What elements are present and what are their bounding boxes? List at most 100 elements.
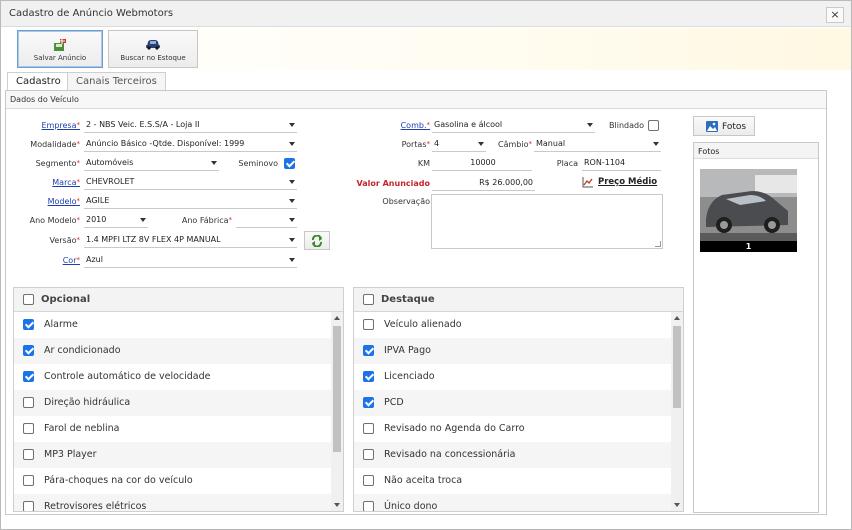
opcional-checkbox[interactable] (23, 345, 34, 356)
save-ad-label: Salvar Anúncio (33, 54, 87, 62)
car-photo-image (700, 169, 797, 241)
seminovo-checkbox[interactable] (284, 158, 295, 169)
scroll-thumb[interactable] (673, 326, 681, 408)
valor-anunciado-input[interactable]: R$ 26.000,00 (432, 176, 535, 191)
chevron-down-icon (289, 123, 295, 127)
opcional-list: Opcional Alarme Ar condicionado Controle… (13, 287, 344, 512)
list-item[interactable]: Ar condicionado (14, 338, 331, 364)
save-icon (54, 38, 66, 51)
segmento-label: Segmento* (35, 159, 80, 168)
list-item[interactable]: Alarme (14, 312, 331, 338)
list-item[interactable]: Pára-choques na cor do veículo (14, 468, 331, 494)
resize-handle-icon[interactable] (655, 241, 661, 247)
opcional-checkbox[interactable] (23, 319, 34, 330)
opcional-select-all-checkbox[interactable] (23, 294, 34, 305)
list-item[interactable]: MP3 Player (14, 442, 331, 468)
cor-label[interactable]: Cor* (10, 256, 80, 265)
segmento-select[interactable]: Automóveis (84, 156, 219, 171)
opcional-checkbox[interactable] (23, 501, 34, 511)
valor-anunciado-label: Valor Anunciado (356, 179, 430, 188)
destaque-checkbox[interactable] (363, 449, 374, 460)
list-item[interactable]: Revisado na concessionária (354, 442, 671, 468)
destaque-select-all-checkbox[interactable] (363, 294, 374, 305)
marca-label[interactable]: Marca* (10, 178, 80, 187)
refresh-versions-button[interactable] (304, 231, 330, 250)
fotos-button[interactable]: Fotos (693, 116, 755, 136)
toolbar: Salvar Anúncio Buscar no Estoque (1, 28, 851, 70)
panel-header: Dados do Veículo (6, 91, 826, 109)
tab-cadastro[interactable]: Cadastro (7, 72, 70, 90)
opcional-checkbox[interactable] (23, 371, 34, 382)
modelo-label[interactable]: Modelo* (10, 197, 80, 206)
photo-thumbnail[interactable]: 1 (700, 169, 797, 252)
modelo-select[interactable]: AGILE (84, 194, 297, 209)
chevron-down-icon (140, 218, 146, 222)
list-item[interactable]: Não aceita troca (354, 468, 671, 494)
scroll-down-icon[interactable] (674, 503, 680, 507)
empresa-select[interactable]: 2 - NBS Veic. E.S.S/A - Loja II (84, 118, 297, 133)
panel-title: Dados do Veículo (10, 95, 79, 104)
list-item[interactable]: Único dono (354, 494, 671, 511)
opcional-title: Opcional (41, 294, 91, 305)
list-item[interactable]: PCD (354, 390, 671, 416)
blindado-checkbox[interactable] (648, 120, 659, 131)
scroll-up-icon[interactable] (674, 316, 680, 320)
comb-label[interactable]: Comb.* (356, 121, 430, 130)
list-item[interactable]: Retrovisores elétricos (14, 494, 331, 511)
opcional-checkbox[interactable] (23, 423, 34, 434)
opcional-checkbox[interactable] (23, 475, 34, 486)
list-item[interactable]: Controle automático de velocidade (14, 364, 331, 390)
image-icon (706, 121, 718, 132)
marca-select[interactable]: CHEVROLET (84, 175, 297, 190)
comb-select[interactable]: Gasolina e álcool (432, 118, 595, 133)
opcional-checkbox[interactable] (23, 397, 34, 408)
modalidade-label: Modalidade* (30, 140, 80, 149)
list-item[interactable]: IPVA Pago (354, 338, 671, 364)
destaque-checkbox[interactable] (363, 371, 374, 382)
destaque-checkbox[interactable] (363, 501, 374, 511)
ano-fabrica-select[interactable] (236, 213, 297, 228)
tab-canais-terceiros[interactable]: Canais Terceiros (67, 72, 166, 90)
portas-select[interactable]: 4 (432, 137, 486, 152)
destaque-checkbox[interactable] (363, 423, 374, 434)
chart-icon (582, 177, 593, 188)
ano-fabrica-label: Ano Fábrica* (181, 216, 232, 225)
blindado-label: Blindado (609, 121, 644, 130)
cambio-select[interactable]: Manual (534, 137, 661, 152)
list-item[interactable]: Licenciado (354, 364, 671, 390)
scroll-up-icon[interactable] (334, 316, 340, 320)
save-ad-button[interactable]: Salvar Anúncio (17, 30, 103, 68)
close-button[interactable]: × (826, 7, 844, 23)
opcional-scrollbar[interactable] (331, 312, 343, 511)
list-item[interactable]: Revisado no Agenda do Carro (354, 416, 671, 442)
scroll-down-icon[interactable] (334, 503, 340, 507)
list-item[interactable]: Veículo alienado (354, 312, 671, 338)
destaque-checkbox[interactable] (363, 475, 374, 486)
versao-select[interactable]: 1.4 MPFI LTZ 8V FLEX 4P MANUAL (84, 233, 297, 248)
destaque-checkbox[interactable] (363, 345, 374, 356)
placa-label: Placa (556, 159, 578, 168)
scroll-thumb[interactable] (333, 326, 341, 452)
ano-modelo-select[interactable]: 2010 (84, 213, 148, 228)
list-item[interactable]: Direção hidráulica (14, 390, 331, 416)
destaque-checkbox[interactable] (363, 319, 374, 330)
cor-select[interactable]: Azul (84, 253, 297, 268)
km-input[interactable]: 10000 (432, 156, 532, 171)
destaque-list: Destaque Veículo alienado IPVA Pago Lice… (353, 287, 684, 512)
destaque-scrollbar[interactable] (671, 312, 683, 511)
opcional-checkbox[interactable] (23, 449, 34, 460)
destaque-header: Destaque (354, 288, 683, 312)
fotos-button-label: Fotos (722, 122, 747, 132)
search-stock-button[interactable]: Buscar no Estoque (108, 30, 198, 68)
chevron-down-icon (289, 218, 295, 222)
observacao-textarea[interactable] (431, 194, 663, 249)
modalidade-select[interactable]: Anúncio Básico -Qtde. Disponível: 1999 (84, 137, 297, 152)
empresa-label[interactable]: Empresa* (10, 121, 80, 130)
window-title: Cadastro de Anúncio Webmotors (9, 8, 174, 19)
preco-medio-link[interactable]: Preço Médio (582, 175, 662, 190)
vehicle-data-panel: Dados do Veículo Empresa* 2 - NBS Veic. … (5, 90, 827, 515)
placa-input[interactable]: RON-1104 (582, 156, 661, 171)
destaque-checkbox[interactable] (363, 397, 374, 408)
observacao-label: Observação (382, 197, 430, 206)
list-item[interactable]: Farol de neblina (14, 416, 331, 442)
